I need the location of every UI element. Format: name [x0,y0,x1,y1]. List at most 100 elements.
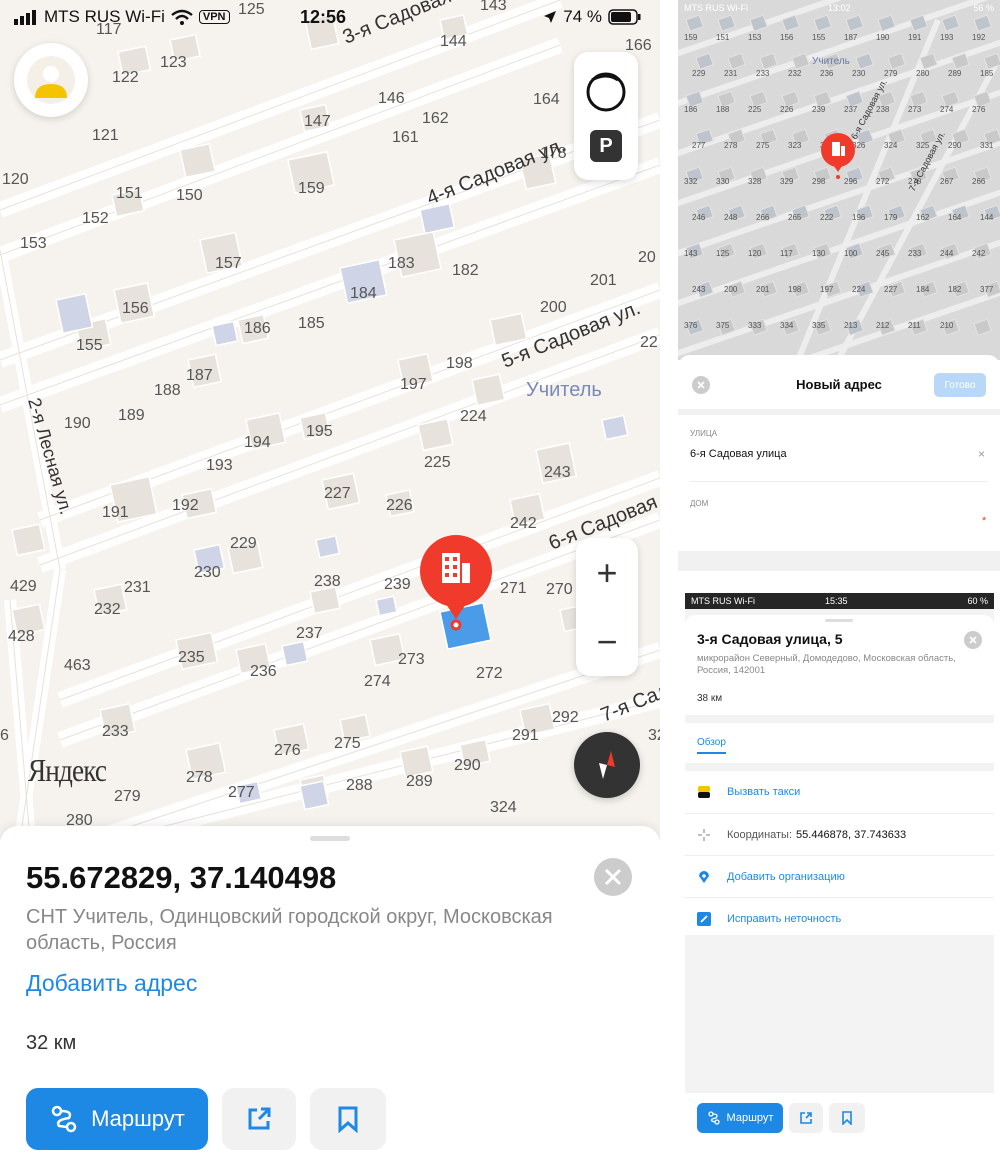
house-number: 152 [82,210,109,227]
compass-button[interactable] [574,732,640,798]
map-view[interactable]: 123 144 166 122 146 164 121 147 162 161 120 151 150 1… [0,0,660,840]
house-number: 186 [244,320,271,337]
house-number: 22 [640,334,658,351]
house-number: 229 [692,69,706,78]
main-screen: 123 144 166 122 146 164 121 147 162 161 120 151 150 1… [0,0,660,1170]
house-number: 271 [500,580,527,597]
house-number: 335 [812,321,826,330]
house-number: 226 [386,497,413,514]
house-number: 276 [274,742,301,759]
street-field[interactable]: 6-я Садовая улица [690,448,787,460]
building [315,534,341,559]
map-canvas[interactable]: 123 144 166 122 146 164 121 147 162161 120 151 150 1… [0,0,660,840]
house-number: 290 [948,141,962,150]
house-number: 185 [980,69,994,78]
house-number: 100 [844,249,858,258]
building [299,780,330,811]
battery-icon [608,9,641,25]
house-number: 159 [684,33,698,42]
house-number: 130 [812,249,826,258]
house-number: 192 [972,33,986,42]
house-number: 189 [118,407,145,424]
map-controls-top: P [574,52,638,180]
place-card-small: 3-я Садовая улица, 5 микрорайон Северный… [685,615,994,935]
house-number: 186 [684,105,698,114]
close-button[interactable] [594,858,632,896]
house-number: 232 [788,69,802,78]
coords-row[interactable]: Координаты: 55.446878, 37.743633 [685,813,994,855]
house-number: 185 [298,315,325,332]
divider [690,481,988,482]
house-number: 279 [114,788,141,805]
house-number: 161 [392,129,419,146]
action-bar: Маршрут [685,1093,994,1161]
fix-row[interactable]: Исправить неточность [685,897,994,939]
taxi-row[interactable]: Вызвать такси [685,771,994,813]
sheet-handle[interactable] [825,619,853,622]
house-number: 289 [948,69,962,78]
add-address-link[interactable]: Добавить адрес [26,970,197,997]
route-button[interactable]: Маршрут [26,1088,208,1150]
building [685,14,704,32]
district-label: Учитель [812,56,850,67]
house-number: 187 [186,367,213,384]
compass-icon [599,751,615,779]
house-number: 191 [908,33,922,42]
house-number: 151 [716,33,730,42]
house-number: 222 [820,213,834,222]
house-number: 193 [940,33,954,42]
share-icon [248,1107,271,1130]
house-number: 166 [625,37,652,54]
battery-label: 56 % [973,3,994,13]
house-number: 227 [884,285,898,294]
house-number: 184 [350,285,377,302]
house-number: 193 [206,457,233,474]
building [489,312,528,347]
house-number: 20 [638,249,656,266]
route-button[interactable]: Маршрут [697,1103,783,1133]
zoom-out-button[interactable]: − [576,607,638,676]
location-pin-small[interactable] [820,132,856,180]
house-number: 239 [384,576,411,593]
close-button[interactable] [964,631,982,649]
layers-icon[interactable] [584,70,628,114]
house-number: 194 [244,434,271,451]
building [11,523,46,557]
house-number: 198 [788,285,802,294]
zoom-in-button[interactable]: + [576,538,638,607]
carrier-label: MTS RUS Wi-Fi [684,3,748,13]
street-clear-button[interactable]: × [978,447,985,461]
parking-icon[interactable]: P [590,130,622,162]
bookmark-button[interactable] [310,1088,386,1150]
house-number: 227 [324,485,351,502]
done-button[interactable]: Готово [934,373,986,397]
new-address-form: Новый адрес Готово улица 6-я Садовая ули… [678,355,1000,580]
house-number: 120 [2,171,29,188]
status-bar-small: MTS RUS Wi-Fi 15:35 60 % [685,593,994,609]
building [887,52,906,70]
house-field[interactable] [690,513,988,535]
share-button[interactable] [789,1103,823,1133]
location-pin[interactable] [418,535,494,631]
street-label: улица [690,429,718,438]
sheet-handle[interactable] [310,836,350,841]
house-number: 273 [908,105,922,114]
bookmark-button[interactable] [829,1103,865,1133]
share-button[interactable] [222,1088,296,1150]
house-number: 267 [940,177,954,186]
tab-overview[interactable]: Обзор [697,737,726,754]
district-label: Учитель [526,379,602,401]
house-number: 231 [124,579,151,596]
close-icon [604,868,622,886]
house-number: 238 [876,105,890,114]
house-number: 210 [940,321,954,330]
avatar[interactable] [14,43,88,117]
house-number: 196 [852,213,866,222]
house-number: 188 [716,105,730,114]
carrier-label: MTS RUS Wi-Fi [691,596,755,606]
house-number: 329 [780,177,794,186]
house-number: 32 [648,727,660,744]
house-number: 233 [756,69,770,78]
add-org-row[interactable]: Добавить организацию [685,855,994,897]
house-number: 270 [546,581,573,598]
